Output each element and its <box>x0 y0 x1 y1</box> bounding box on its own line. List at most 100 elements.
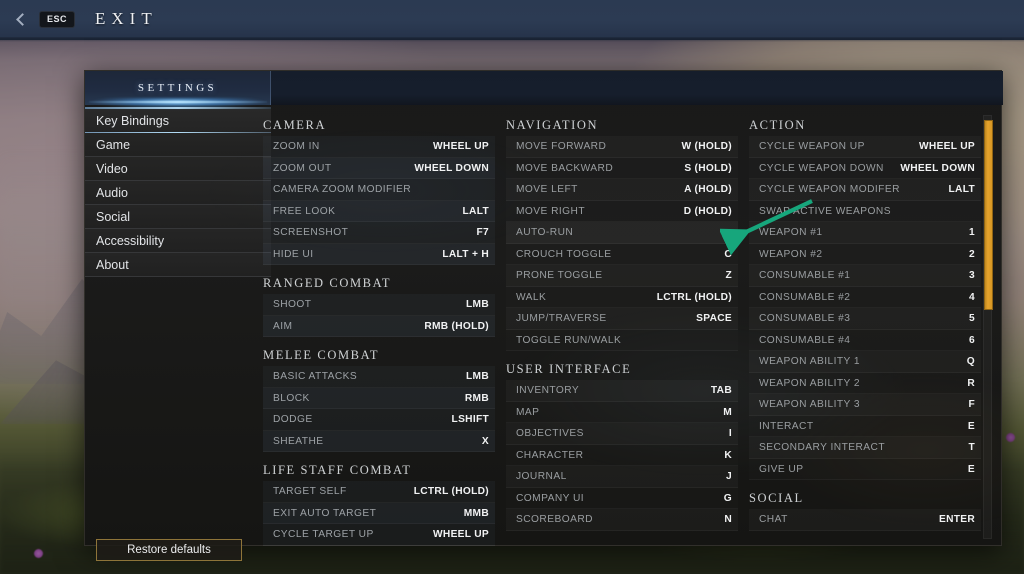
keybind-row[interactable]: CAMERA ZOOM MODIFIER <box>263 179 495 201</box>
keybind-key-value[interactable]: LALT + H <box>442 249 489 260</box>
keybind-row[interactable]: AUTO-RUN = <box>506 222 738 244</box>
keybind-row[interactable]: CHARACTER K <box>506 445 738 467</box>
scrollbar-track[interactable] <box>983 115 993 539</box>
keybind-row[interactable]: SHEATHE X <box>263 430 495 452</box>
keybind-row[interactable]: JUMP/TRAVERSE SPACE <box>506 308 738 330</box>
keybind-row[interactable]: MOVE RIGHT D (HOLD) <box>506 201 738 223</box>
sidebar-item-game[interactable]: Game <box>85 133 271 157</box>
keybind-row[interactable]: SHOOT LMB <box>263 294 495 316</box>
keybind-key-value[interactable]: ENTER <box>939 514 975 525</box>
keybind-key-value[interactable]: MMB <box>464 508 489 519</box>
keybind-key-value[interactable]: 1 <box>969 227 975 238</box>
keybind-key-value[interactable]: N <box>724 514 732 525</box>
keybind-row[interactable]: DODGE LSHIFT <box>263 409 495 431</box>
keybind-key-value[interactable]: Z <box>725 270 732 281</box>
keybind-key-value[interactable]: 2 <box>969 249 975 260</box>
keybind-row[interactable]: AIM RMB (HOLD) <box>263 315 495 337</box>
keybind-key-value[interactable]: WHEEL UP <box>919 141 975 152</box>
chevron-left-icon[interactable] <box>16 12 29 26</box>
keybind-row[interactable]: CYCLE WEAPON UP WHEEL UP <box>749 136 981 158</box>
keybind-key-value[interactable]: LCTRL (HOLD) <box>657 292 732 303</box>
keybind-key-value[interactable]: F7 <box>477 227 490 238</box>
keybind-row[interactable]: CYCLE TARGET UP WHEEL UP <box>263 524 495 546</box>
keybind-key-value[interactable]: LALT <box>463 206 489 217</box>
keybind-key-value[interactable]: 3 <box>969 270 975 281</box>
keybind-key-value[interactable]: WHEEL DOWN <box>414 163 489 174</box>
keybind-key-value[interactable]: X <box>482 436 489 447</box>
keybind-row[interactable]: WALK LCTRL (HOLD) <box>506 287 738 309</box>
keybind-row[interactable]: WEAPON #1 1 <box>749 222 981 244</box>
keybind-key-value[interactable]: E <box>968 464 975 475</box>
keybind-row[interactable]: MOVE LEFT A (HOLD) <box>506 179 738 201</box>
keybind-row[interactable]: FREE LOOK LALT <box>263 200 495 222</box>
keybind-key-value[interactable]: LCTRL (HOLD) <box>414 486 489 497</box>
keybind-row[interactable]: CROUCH TOGGLE C <box>506 244 738 266</box>
keybind-row[interactable]: CONSUMABLE #4 6 <box>749 330 981 352</box>
keybind-key-value[interactable]: J <box>726 471 732 482</box>
keybind-key-value[interactable]: LSHIFT <box>452 414 489 425</box>
keybind-row[interactable]: COMPANY UI G <box>506 488 738 510</box>
keybind-row[interactable]: ZOOM OUT WHEEL DOWN <box>263 157 495 179</box>
keybind-row[interactable]: WEAPON ABILITY 1 Q <box>749 351 981 373</box>
keybind-key-value[interactable]: W (HOLD) <box>682 141 733 152</box>
keybind-row[interactable]: OBJECTIVES I <box>506 423 738 445</box>
keybind-row[interactable]: TARGET SELF LCTRL (HOLD) <box>263 481 495 503</box>
restore-defaults-button[interactable]: Restore defaults <box>96 539 242 561</box>
keybind-row[interactable]: INVENTORY TAB <box>506 380 738 402</box>
sidebar-item-audio[interactable]: Audio <box>85 181 271 205</box>
keybind-row[interactable]: BASIC ATTACKS LMB <box>263 366 495 388</box>
keybind-row[interactable]: MOVE FORWARD W (HOLD) <box>506 136 738 158</box>
keybind-row[interactable]: EXIT AUTO TARGET MMB <box>263 502 495 524</box>
keybind-key-value[interactable]: R <box>967 378 975 389</box>
keybind-key-value[interactable]: LALT <box>949 184 975 195</box>
keybind-row[interactable]: CONSUMABLE #2 4 <box>749 287 981 309</box>
keybind-key-value[interactable]: = <box>726 227 732 238</box>
keybind-row[interactable]: GIVE UP E <box>749 459 981 481</box>
keybind-key-value[interactable]: LMB <box>466 299 489 310</box>
keybind-key-value[interactable]: WHEEL DOWN <box>900 163 975 174</box>
keybind-row[interactable]: MOVE BACKWARD S (HOLD) <box>506 158 738 180</box>
sidebar-item-social[interactable]: Social <box>85 205 271 229</box>
sidebar-item-key-bindings[interactable]: Key Bindings <box>85 109 271 133</box>
keybind-key-value[interactable]: SPACE <box>696 313 732 324</box>
exit-label[interactable]: EXIT <box>95 9 158 29</box>
keybind-key-value[interactable]: RMB <box>465 393 489 404</box>
keybind-row[interactable]: CONSUMABLE #3 5 <box>749 308 981 330</box>
keybind-row[interactable]: CONSUMABLE #1 3 <box>749 265 981 287</box>
keybind-key-value[interactable]: 6 <box>969 335 975 346</box>
keybind-key-value[interactable]: Q <box>967 356 975 367</box>
keybind-key-value[interactable]: M <box>723 407 732 418</box>
keybind-key-value[interactable]: D (HOLD) <box>684 206 732 217</box>
keybind-row[interactable]: CYCLE WEAPON DOWN WHEEL DOWN <box>749 158 981 180</box>
keybind-row[interactable]: SCREENSHOT F7 <box>263 222 495 244</box>
sidebar-item-video[interactable]: Video <box>85 157 271 181</box>
sidebar-item-accessibility[interactable]: Accessibility <box>85 229 271 253</box>
keybind-row[interactable]: INTERACT E <box>749 416 981 438</box>
keybind-row[interactable]: ZOOM IN WHEEL UP <box>263 136 495 158</box>
keybind-row[interactable]: BLOCK RMB <box>263 387 495 409</box>
keybind-row[interactable]: WEAPON ABILITY 2 R <box>749 373 981 395</box>
keybind-row[interactable]: JOURNAL J <box>506 466 738 488</box>
keybind-key-value[interactable]: F <box>968 399 975 410</box>
keybind-key-value[interactable]: K <box>724 450 732 461</box>
keybind-key-value[interactable]: WHEEL UP <box>433 529 489 540</box>
scrollbar-thumb[interactable] <box>984 120 993 310</box>
keybind-key-value[interactable]: G <box>724 493 732 504</box>
keybind-key-value[interactable]: RMB (HOLD) <box>424 321 489 332</box>
keybind-row[interactable]: WEAPON ABILITY 3 F <box>749 394 981 416</box>
keybind-row[interactable]: CYCLE WEAPON MODIFER LALT <box>749 179 981 201</box>
keybind-key-value[interactable]: I <box>729 428 732 439</box>
keybind-key-value[interactable]: C <box>724 249 732 260</box>
keybind-key-value[interactable]: E <box>968 421 975 432</box>
keybind-key-value[interactable]: T <box>968 442 975 453</box>
keybind-key-value[interactable]: S (HOLD) <box>684 163 732 174</box>
keybind-row[interactable]: PRONE TOGGLE Z <box>506 265 738 287</box>
esc-key-badge[interactable]: ESC <box>39 10 76 28</box>
keybind-key-value[interactable]: 4 <box>969 292 975 303</box>
keybind-key-value[interactable]: TAB <box>711 385 732 396</box>
keybind-row[interactable]: MAP M <box>506 402 738 424</box>
keybind-row[interactable]: SCOREBOARD N <box>506 509 738 531</box>
keybind-key-value[interactable]: LMB <box>466 371 489 382</box>
keybind-row[interactable]: WEAPON #2 2 <box>749 244 981 266</box>
sidebar-item-about[interactable]: About <box>85 253 271 277</box>
